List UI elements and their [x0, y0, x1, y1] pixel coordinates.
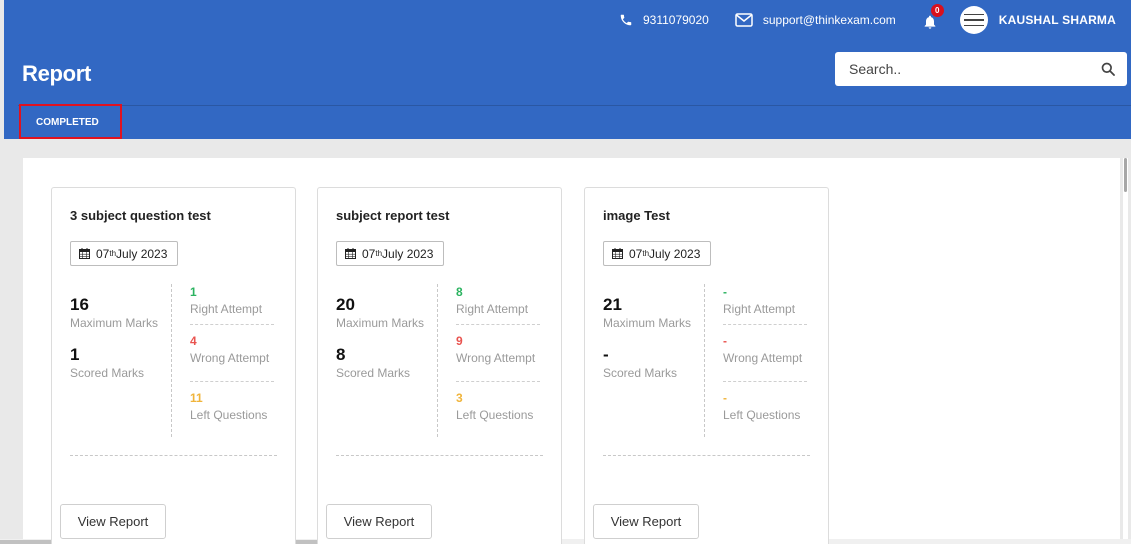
page-title: Report: [22, 61, 92, 86]
column-divider: [171, 284, 172, 437]
card-title: image Test: [603, 208, 670, 223]
scored-marks-label: Scored Marks: [336, 366, 411, 380]
marks-summary: 16 Maximum Marks 1 Scored Marks: [70, 285, 158, 381]
email-contact[interactable]: support@thinkexam.com: [735, 13, 896, 27]
left-questions: 3 Left Questions: [456, 391, 534, 422]
scored-marks-label: Scored Marks: [70, 366, 145, 380]
report-card: subject report test 07th July 2023 20 Ma…: [317, 187, 562, 544]
attempt-summary: 1 Right Attempt 4 Wrong Attempt 11 Left …: [190, 284, 274, 425]
user-name[interactable]: KAUSHAL SHARMA: [999, 13, 1116, 27]
right-attempt: 1 Right Attempt: [190, 284, 274, 325]
header-divider: [18, 105, 1131, 106]
attempt-summary: - Right Attempt - Wrong Attempt - Left Q…: [723, 284, 807, 425]
max-marks-label: Maximum Marks: [70, 316, 159, 330]
scored-marks-label: Scored Marks: [603, 366, 678, 380]
phone-contact[interactable]: 9311079020: [619, 13, 709, 27]
notification-badge: 0: [930, 4, 944, 17]
search-box: [835, 52, 1127, 86]
email-icon: [735, 13, 753, 27]
vertical-scrollbar[interactable]: [1123, 158, 1128, 544]
wrong-attempt: 9 Wrong Attempt: [456, 325, 540, 382]
tab-completed[interactable]: COMPLETED: [19, 104, 122, 139]
calendar-icon: [79, 248, 90, 259]
card-divider: [603, 455, 810, 456]
max-marks-value: 16: [70, 295, 89, 314]
card-title: subject report test: [336, 208, 450, 223]
card-title: 3 subject question test: [70, 208, 211, 223]
column-divider: [704, 284, 705, 437]
phone-icon: [620, 14, 632, 26]
attempt-summary: 8 Right Attempt 9 Wrong Attempt 3 Left Q…: [456, 284, 540, 425]
email-address: support@thinkexam.com: [762, 13, 896, 27]
right-attempt: - Right Attempt: [723, 284, 807, 325]
wrong-attempt: 4 Wrong Attempt: [190, 325, 274, 382]
left-questions: 11 Left Questions: [190, 391, 268, 422]
calendar-icon: [612, 248, 623, 259]
wrong-attempt: - Wrong Attempt: [723, 325, 807, 382]
view-report-button[interactable]: View Report: [326, 504, 432, 539]
scored-marks-value: 8: [336, 345, 346, 364]
scored-marks-value: -: [603, 345, 609, 364]
avatar[interactable]: [959, 6, 988, 34]
notifications-button[interactable]: 0: [922, 4, 944, 30]
max-marks-value: 21: [603, 295, 622, 314]
search-icon[interactable]: [1101, 62, 1115, 76]
view-report-button[interactable]: View Report: [593, 504, 699, 539]
right-attempt: 8 Right Attempt: [456, 284, 540, 325]
top-bar: 9311079020 support@thinkexam.com 0 KAUSH…: [619, 0, 1131, 40]
report-card: image Test 07th July 2023 21 Maximum Mar…: [584, 187, 829, 544]
max-marks-label: Maximum Marks: [336, 316, 425, 330]
report-card: 3 subject question test 07th July 2023 1…: [51, 187, 296, 544]
card-divider: [336, 455, 543, 456]
calendar-icon: [345, 248, 356, 259]
scored-marks-value: 1: [70, 345, 80, 364]
view-report-button[interactable]: View Report: [60, 504, 166, 539]
search-input[interactable]: [849, 61, 1101, 77]
app-header: 9311079020 support@thinkexam.com 0 KAUSH…: [4, 0, 1131, 139]
column-divider: [437, 284, 438, 437]
left-questions: - Left Questions: [723, 391, 801, 422]
marks-summary: 21 Maximum Marks - Scored Marks: [603, 285, 691, 381]
max-marks-value: 20: [336, 295, 355, 314]
card-divider: [70, 455, 277, 456]
date-badge: 07th July 2023: [336, 241, 445, 266]
phone-number: 9311079020: [642, 13, 709, 27]
date-badge: 07th July 2023: [603, 241, 712, 266]
marks-summary: 20 Maximum Marks 8 Scored Marks: [336, 285, 424, 381]
date-badge: 07th July 2023: [70, 241, 179, 266]
max-marks-label: Maximum Marks: [603, 316, 692, 330]
